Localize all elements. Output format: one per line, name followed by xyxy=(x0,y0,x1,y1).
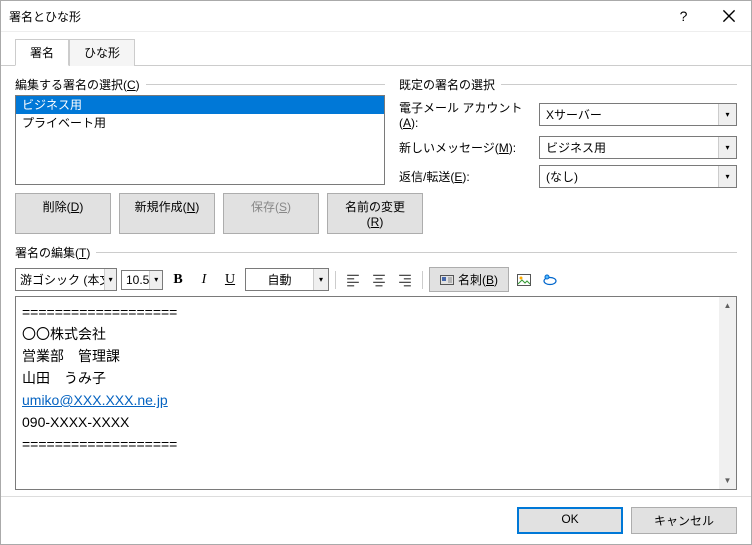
underline-button[interactable]: U xyxy=(219,269,241,291)
signature-item[interactable]: プライベート用 xyxy=(16,114,384,132)
window-title: 署名とひな形 xyxy=(1,8,661,25)
toolbar-divider xyxy=(422,271,423,289)
signature-edit-title: 署名の編集(T) xyxy=(15,244,737,261)
signature-select-group: 編集する署名の選択(C) ビジネス用 プライベート用 削除(D) 新規作成(N)… xyxy=(15,76,385,234)
save-button[interactable]: 保存(S) xyxy=(223,193,319,234)
editor-scrollbar[interactable]: ▲ ▼ xyxy=(719,297,736,489)
scroll-up-button[interactable]: ▲ xyxy=(719,297,736,314)
account-row: 電子メール アカウント(A): Xサーバー ▾ xyxy=(399,99,737,130)
signature-select-title: 編集する署名の選択(C) xyxy=(15,76,385,93)
fontsize-combo[interactable]: 10.5 ▾ xyxy=(121,270,163,290)
align-right-icon xyxy=(398,273,412,287)
default-signature-title: 既定の署名の選択 xyxy=(399,76,737,93)
close-button[interactable] xyxy=(706,1,751,31)
bcard-icon xyxy=(440,273,454,287)
font-combo[interactable]: 游ゴシック (本文の ▾ xyxy=(15,268,117,291)
signature-listbox[interactable]: ビジネス用 プライベート用 xyxy=(15,95,385,185)
align-center-icon xyxy=(372,273,386,287)
align-left-button[interactable] xyxy=(342,269,364,291)
dialog-window: 署名とひな形 ? 署名 ひな形 編集する署名の選択(C) ビジネス用 プライベー… xyxy=(0,0,752,545)
tab-stationery[interactable]: ひな形 xyxy=(69,39,135,66)
account-label: 電子メール アカウント(A): xyxy=(399,99,539,130)
bold-button[interactable]: B xyxy=(167,269,189,291)
chevron-down-icon: ▾ xyxy=(718,104,736,125)
newmsg-row: 新しいメッセージ(M): ビジネス用 ▾ xyxy=(399,136,737,159)
close-icon xyxy=(722,9,736,23)
reply-label: 返信/転送(E): xyxy=(399,168,539,185)
ok-button[interactable]: OK xyxy=(517,507,623,534)
chevron-down-icon: ▾ xyxy=(718,166,736,187)
link-icon xyxy=(543,273,557,287)
reply-combo[interactable]: (なし) ▾ xyxy=(539,165,737,188)
newmsg-combo[interactable]: ビジネス用 ▾ xyxy=(539,136,737,159)
signature-email-link[interactable]: umiko@XXX.XXX.ne.jp xyxy=(22,392,168,408)
signature-edit-group: 署名の編集(T) 游ゴシック (本文の ▾ 10.5 ▾ B I U 自動 ▾ xyxy=(15,244,737,490)
chevron-down-icon: ▾ xyxy=(104,269,116,290)
signature-editor[interactable]: =================== 〇〇株式会社 営業部 管理課 山田 うみ… xyxy=(15,296,737,490)
tab-signature[interactable]: 署名 xyxy=(15,39,69,66)
chevron-down-icon: ▾ xyxy=(149,271,162,289)
delete-button[interactable]: 削除(D) xyxy=(15,193,111,234)
signature-button-row: 削除(D) 新規作成(N) 保存(S) 名前の変更(R) xyxy=(15,193,385,234)
italic-button[interactable]: I xyxy=(193,269,215,291)
newmsg-label: 新しいメッセージ(M): xyxy=(399,139,539,156)
editor-toolbar: 游ゴシック (本文の ▾ 10.5 ▾ B I U 自動 ▾ xyxy=(15,267,737,292)
dialog-footer: OK キャンセル xyxy=(1,496,751,544)
default-signature-group: 既定の署名の選択 電子メール アカウント(A): Xサーバー ▾ 新しいメッセー… xyxy=(399,76,737,234)
content-area: 編集する署名の選択(C) ビジネス用 プライベート用 削除(D) 新規作成(N)… xyxy=(1,66,751,496)
upper-area: 編集する署名の選択(C) ビジネス用 プライベート用 削除(D) 新規作成(N)… xyxy=(15,76,737,234)
help-button[interactable]: ? xyxy=(661,1,706,31)
signature-editor-text[interactable]: =================== 〇〇株式会社 営業部 管理課 山田 うみ… xyxy=(16,297,719,489)
business-card-button[interactable]: 名刺(B) xyxy=(429,267,509,292)
tab-strip: 署名 ひな形 xyxy=(1,32,751,66)
chevron-down-icon: ▾ xyxy=(313,269,328,290)
fontcolor-combo[interactable]: 自動 ▾ xyxy=(245,268,329,291)
new-button[interactable]: 新規作成(N) xyxy=(119,193,215,234)
insert-hyperlink-button[interactable] xyxy=(539,269,561,291)
picture-icon xyxy=(517,273,531,287)
titlebar: 署名とひな形 ? xyxy=(1,1,751,32)
align-right-button[interactable] xyxy=(394,269,416,291)
chevron-down-icon: ▾ xyxy=(718,137,736,158)
align-center-button[interactable] xyxy=(368,269,390,291)
align-left-icon xyxy=(346,273,360,287)
scroll-down-button[interactable]: ▼ xyxy=(719,472,736,489)
scroll-track[interactable] xyxy=(719,314,736,472)
reply-row: 返信/転送(E): (なし) ▾ xyxy=(399,165,737,188)
insert-picture-button[interactable] xyxy=(513,269,535,291)
toolbar-divider xyxy=(335,271,336,289)
account-combo[interactable]: Xサーバー ▾ xyxy=(539,103,737,126)
cancel-button[interactable]: キャンセル xyxy=(631,507,737,534)
signature-item[interactable]: ビジネス用 xyxy=(16,96,384,114)
